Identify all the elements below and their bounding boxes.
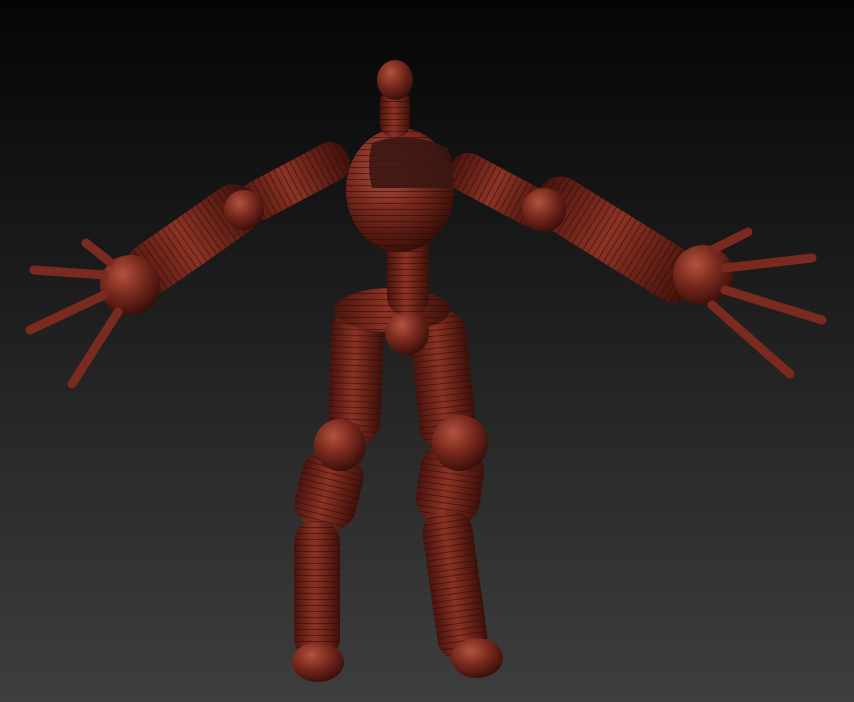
right-elbow-sphere[interactable] — [522, 188, 566, 232]
viewport-canvas[interactable] — [0, 0, 854, 702]
head-sphere[interactable] — [377, 60, 413, 100]
selected-chest-segment[interactable] — [369, 137, 453, 188]
head-neck[interactable] — [377, 60, 413, 138]
left-elbow-sphere[interactable] — [224, 190, 264, 230]
right-foot-sphere[interactable] — [451, 638, 503, 678]
left-knee-sphere[interactable] — [314, 419, 366, 471]
right-hand-sphere[interactable] — [673, 245, 733, 305]
3d-sculpt-viewport[interactable] — [0, 0, 854, 702]
left-foot-sphere[interactable] — [292, 642, 344, 682]
right-knee-sphere[interactable] — [432, 415, 488, 471]
pelvis-sphere[interactable] — [385, 311, 429, 355]
torso[interactable] — [346, 128, 454, 252]
